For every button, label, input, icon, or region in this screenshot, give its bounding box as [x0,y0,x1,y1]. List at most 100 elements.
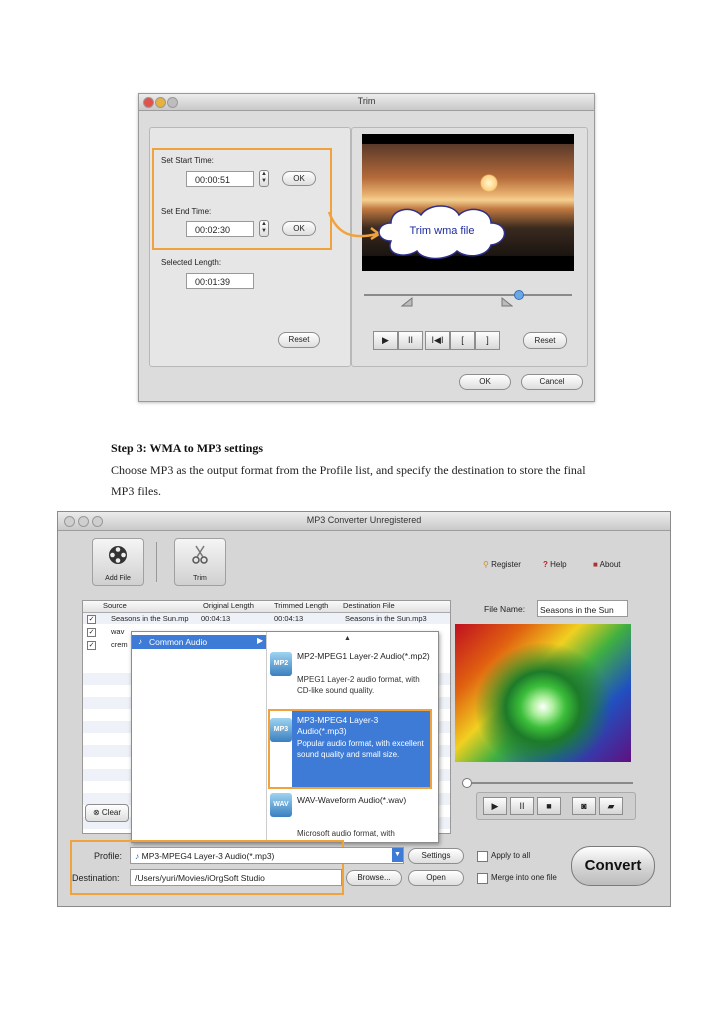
end-marker-icon[interactable] [501,297,513,307]
row-checkbox[interactable]: ✓ [87,628,96,637]
pause-icon[interactable]: II [510,797,534,815]
end-time-stepper[interactable]: ▲ ▼ [259,220,269,237]
converter-title: MP3 Converter Unregistered [306,515,422,525]
mp2-file-icon: MP2 [270,652,292,676]
about-label: About [599,560,621,569]
clear-button[interactable]: ⊗ Clear [85,804,129,822]
about-icon: ■ [593,560,600,569]
trim-slider-track[interactable] [364,294,572,296]
profile-select[interactable]: ♪ MP3-MPEG4 Layer-3 Audio(*.mp3) [130,847,404,864]
scroll-up-icon[interactable]: ▲ [344,635,351,642]
settings-button[interactable]: Settings [408,848,464,864]
format-desc: MPEG1 Layer-2 audio format, with CD-like… [297,675,420,695]
film-reel-icon [109,546,127,564]
category-list [132,632,267,842]
format-desc: Popular audio format, with excellent sou… [297,739,424,759]
scissors-icon [192,545,208,564]
converter-titlebar: MP3 Converter Unregistered [58,512,670,531]
end-time-field[interactable]: 00:02:30 [186,221,254,237]
trim-label: Trim [193,575,207,582]
profile-dropdown[interactable]: ♪ Common Audio ▶ ▲ MP2 MP2-MPEG1 Layer-2… [131,631,439,843]
file-name-field[interactable]: Seasons in the Sun [537,600,628,617]
col-destination-file[interactable]: Destination File [343,601,395,610]
progress-track[interactable] [463,782,633,784]
about-link[interactable]: ■ About [593,560,621,569]
row-checkbox[interactable]: ✓ [87,641,96,650]
mp3-file-icon: MP3 [270,718,292,742]
toolbar-divider [156,542,157,582]
trim-button[interactable]: Trim [174,538,226,586]
row-checkbox[interactable]: ✓ [87,615,96,624]
start-time-label: Set Start Time: [161,156,214,165]
converter-window: MP3 Converter Unregistered Add File Trim… [57,511,671,907]
wav-file-icon: WAV [270,793,292,817]
play-button[interactable]: ▶ [373,331,398,350]
convert-button[interactable]: Convert [571,846,655,886]
chevron-down-icon[interactable]: ▼ [392,848,403,862]
col-trimmed-length[interactable]: Trimmed Length [274,601,328,610]
format-desc: Microsoft audio format, with [297,829,395,838]
category-label: Common Audio [149,637,208,647]
video-preview [455,624,631,762]
end-ok-button[interactable]: OK [282,221,316,236]
start-marker-icon[interactable] [401,297,413,307]
stop-icon[interactable]: ■ [537,797,561,815]
clear-icon: ⊗ [92,808,102,817]
merge-label: Merge into one file [491,873,557,882]
help-label: Help [550,560,567,569]
row-source: wav [111,627,125,636]
merge-checkbox[interactable] [477,873,488,884]
submenu-arrow-icon: ▶ [257,636,264,645]
snapshot-button[interactable]: I◀I [425,331,450,350]
profile-value: MP3-MPEG4 Layer-3 Audio(*.mp3) [141,851,275,861]
sun-glow [480,174,498,192]
apply-all-checkbox[interactable] [477,851,488,862]
add-file-label: Add File [105,575,131,582]
col-source[interactable]: Source [103,601,127,610]
row-original: 00:04:13 [201,614,231,623]
add-file-button[interactable]: Add File [92,538,144,586]
row-dest: Seasons in the Sun.mp3 [345,614,427,623]
clear-label: Clear [101,808,122,817]
callout-text: Trim wma file [409,225,475,237]
apply-all-label: Apply to all [491,851,531,860]
browse-button[interactable]: Browse... [346,870,402,886]
reset-left-button[interactable]: Reset [278,332,320,348]
progress-knob[interactable] [462,778,472,788]
step-line-1: Choose MP3 as the output format from the… [111,463,586,477]
open-button[interactable]: Open [408,870,464,886]
set-end-button[interactable]: ] [475,331,500,350]
row-source: crem [111,640,128,649]
music-note-icon: ♪ [138,637,142,646]
key-icon: ⚲ [483,560,492,569]
row-trimmed: 00:04:13 [274,614,304,623]
reset-right-button[interactable]: Reset [523,332,567,349]
destination-field[interactable]: /Users/yuri/Movies/iOrgSoft Studio [130,869,342,886]
folder-icon[interactable]: ▰ [599,797,623,815]
set-start-button[interactable]: [ [450,331,475,350]
cancel-button[interactable]: Cancel [521,374,583,390]
camera-icon[interactable]: ◙ [572,797,596,815]
register-label: Register [491,560,521,569]
pause-button[interactable]: II [398,331,423,350]
start-time-stepper[interactable]: ▲ ▼ [259,170,269,187]
start-time-field[interactable]: 00:00:51 [186,171,254,187]
end-time-label: Set End Time: [161,207,212,216]
help-link[interactable]: ? Help [543,560,567,569]
ok-button[interactable]: OK [459,374,511,390]
format-title: MP3-MPEG4 Layer-3 Audio(*.mp3) [297,715,379,736]
start-ok-button[interactable]: OK [282,171,316,186]
profile-label: Profile: [94,851,123,861]
trim-titlebar: Trim [139,94,594,111]
col-original-length[interactable]: Original Length [203,601,254,610]
callout-cloud: Trim wma file [371,201,513,261]
trim-slider-knob[interactable] [514,290,524,300]
format-title: WAV-Waveform Audio(*.wav) [297,795,407,805]
row-source: Seasons in the Sun.mp [111,614,189,623]
selected-length-field: 00:01:39 [186,273,254,289]
music-note-icon: ♪ [135,851,142,861]
file-name-label: File Name: [484,604,526,614]
format-title: MP2-MPEG1 Layer-2 Audio(*.mp2) [297,651,430,661]
register-link[interactable]: ⚲ Register [483,560,521,569]
play-icon[interactable]: ▶ [483,797,507,815]
